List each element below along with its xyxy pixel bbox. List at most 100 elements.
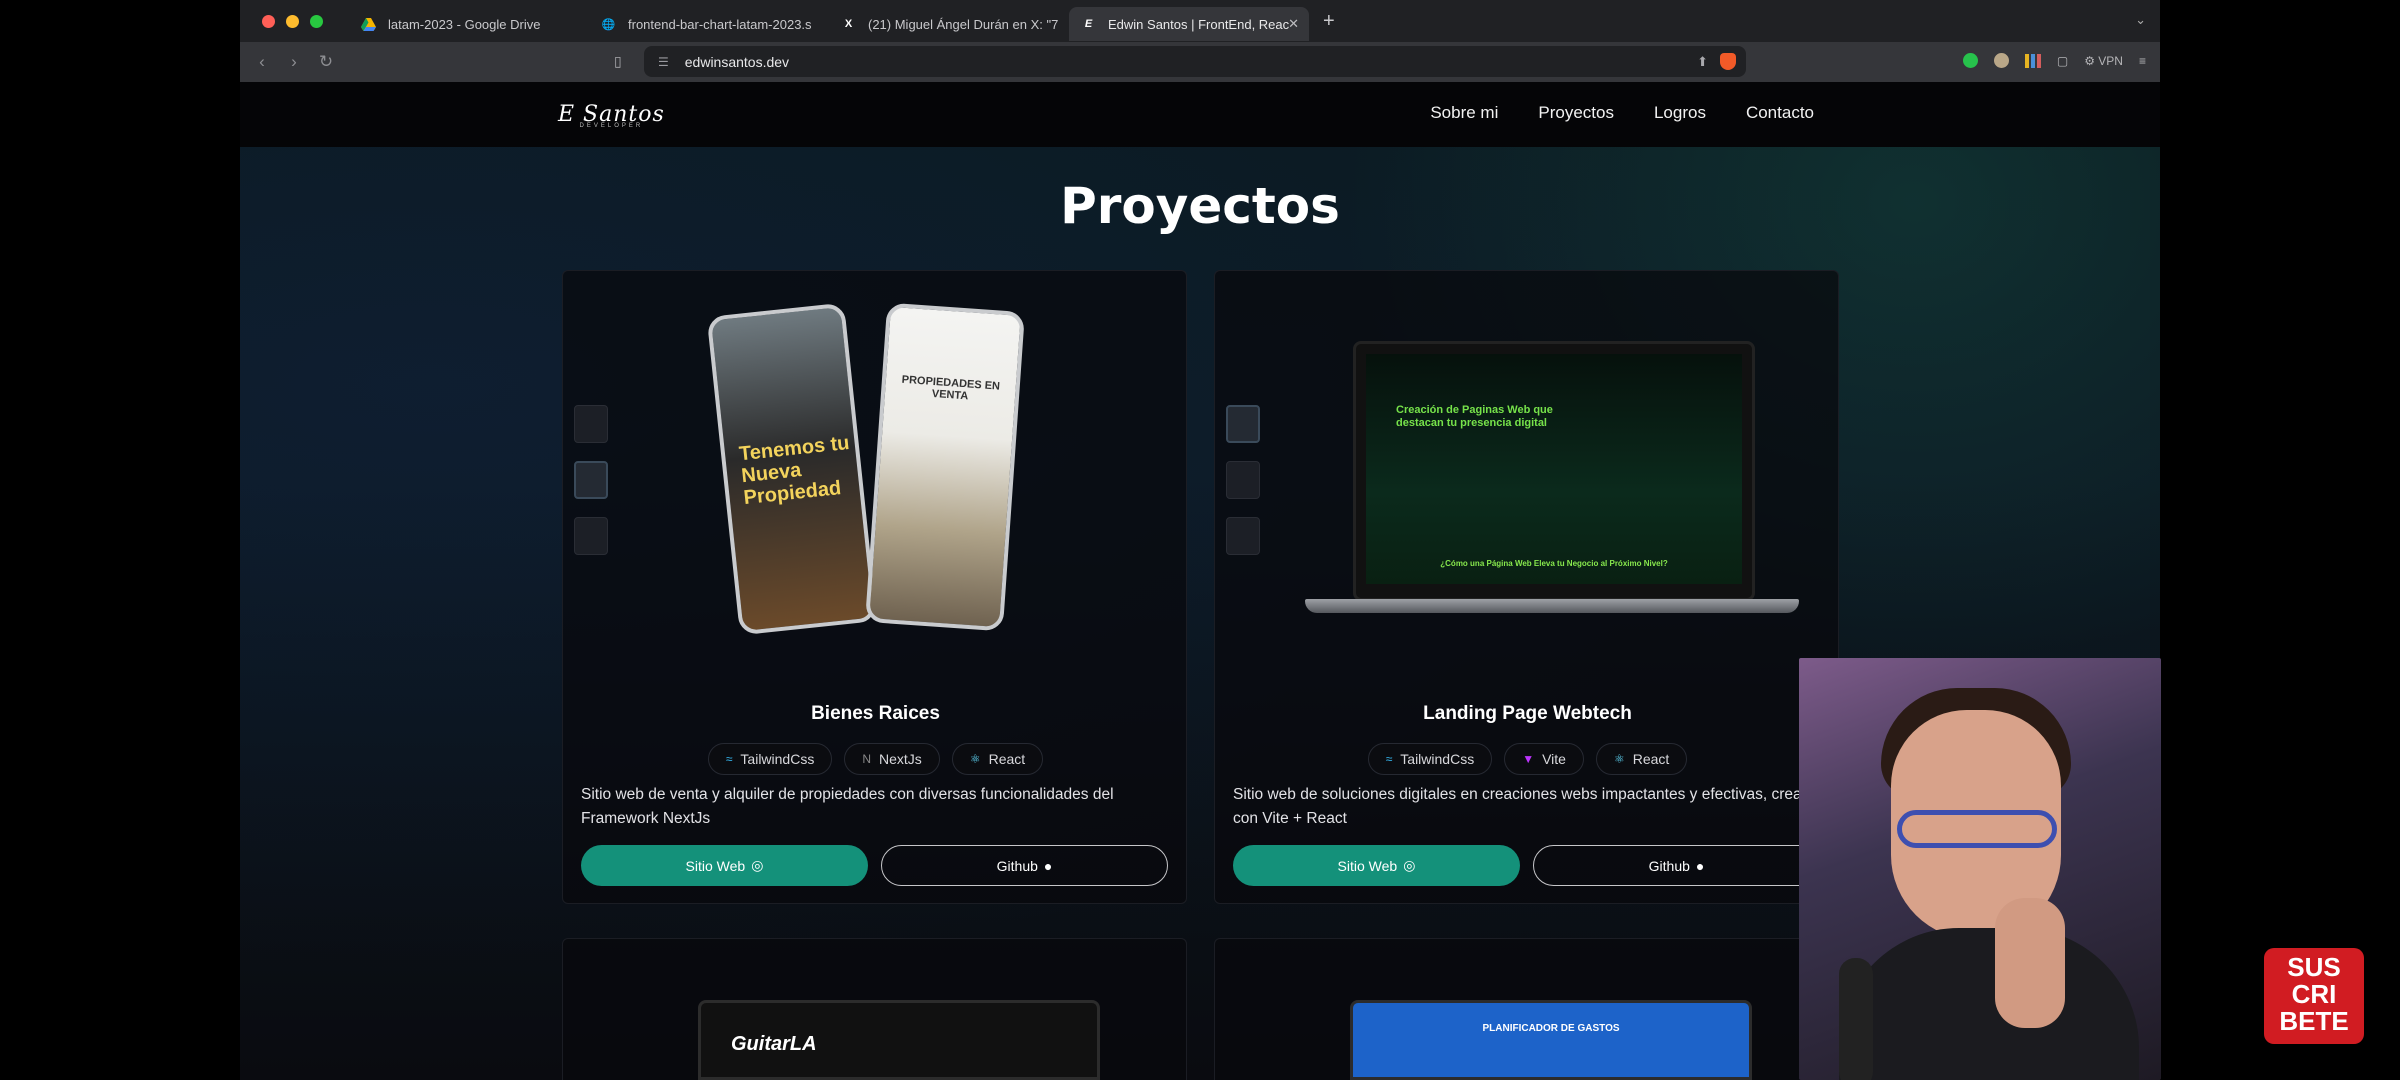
presenter-body — [1839, 928, 2139, 1080]
thumbnail[interactable] — [1226, 461, 1260, 499]
phone-mockup-right: PROPIEDADES EN VENTA — [865, 302, 1025, 632]
tab-google-drive[interactable]: latam-2023 - Google Drive — [349, 7, 589, 41]
site-nav-links: Sobre mi Proyectos Logros Contacto — [1430, 103, 1814, 123]
project-card-landing-webtech: Creación de Paginas Web que destacan tu … — [1214, 270, 1839, 904]
project-title: Landing Page Webtech — [1423, 703, 1632, 724]
books-icon[interactable] — [2024, 53, 2041, 68]
website-button[interactable]: Sitio Web ◎ — [581, 845, 868, 886]
site-logo[interactable]: E Santos DEVELOPER — [558, 102, 665, 129]
chevron-down-icon[interactable]: ⌄ — [2135, 12, 2146, 28]
button-label: Sitio Web — [1337, 857, 1398, 874]
project-description: Sitio web de soluciones digitales en cre… — [1233, 786, 1819, 827]
tailwind-icon: ≈ — [1385, 752, 1393, 766]
project-title: Bienes Raices — [811, 703, 940, 724]
vpn-label: VPN — [2098, 53, 2123, 68]
tab-x-post[interactable]: X (21) Miguel Ángel Durán en X: "7 — [829, 7, 1069, 41]
phone-mockup-left: Tenemos tu Nueva Propiedad — [706, 302, 878, 636]
globe-icon: 🌐 — [601, 18, 616, 31]
thumbnail[interactable] — [1226, 517, 1260, 555]
tab-edwin-santos[interactable]: E Edwin Santos | FrontEnd, Reac ✕ — [1069, 7, 1309, 41]
address-bar[interactable]: ▯ ☰ edwinsantos.dev ⬆ — [614, 46, 1746, 77]
tech-tags: ≈ TailwindCss N NextJs ⚛ React — [563, 743, 1188, 775]
planificador-mockup: PLANIFICADOR DE GASTOS — [1350, 1000, 1752, 1080]
tab-label: Edwin Santos | FrontEnd, Reac — [1108, 16, 1290, 32]
nav-logros[interactable]: Logros — [1654, 103, 1706, 123]
thumbnail-active[interactable] — [574, 461, 608, 499]
nav-contacto[interactable]: Contacto — [1746, 103, 1814, 123]
close-window-button[interactable] — [262, 14, 275, 28]
extension-green-icon[interactable] — [1962, 53, 1978, 68]
tag-label: Vite — [1542, 751, 1566, 767]
mockup-headline: PLANIFICADOR DE GASTOS — [1482, 1023, 1620, 1034]
site-settings-icon[interactable]: ☰ — [658, 55, 669, 69]
tag-vite: ▼ Vite — [1504, 743, 1584, 775]
forward-icon[interactable]: › — [278, 52, 310, 72]
mockup-headline: Tenemos tu Nueva Propiedad — [738, 431, 851, 510]
extension-avatar-icon[interactable] — [1993, 53, 2009, 68]
image-thumbnails — [574, 405, 608, 555]
tag-nextjs: N NextJs — [844, 743, 940, 775]
presenter-glasses — [1897, 810, 2057, 848]
share-icon[interactable]: ⬆ — [1697, 54, 1708, 70]
brave-shield-icon[interactable] — [1720, 53, 1736, 70]
tag-label: TailwindCss — [740, 751, 815, 767]
tech-tags: ≈ TailwindCss ▼ Vite ⚛ React — [1215, 743, 1840, 775]
extensions-bar: ▢ ⚙ VPN ≡ — [1962, 53, 2146, 68]
nextjs-icon: N — [862, 752, 872, 766]
webcam-overlay — [1799, 658, 2161, 1080]
guitarla-mockup: GuitarLA — [698, 1000, 1100, 1080]
project-card-bienes-raices: Tenemos tu Nueva Propiedad PROPIEDADES E… — [562, 270, 1187, 904]
tag-react: ⚛ React — [1595, 743, 1688, 775]
button-label: Github — [1648, 857, 1690, 874]
laptop-base — [1305, 599, 1799, 613]
close-tab-icon[interactable]: ✕ — [1288, 16, 1299, 32]
github-icon: ● — [1043, 857, 1053, 874]
project-description: Sitio web de venta y alquiler de propied… — [581, 786, 1114, 827]
github-icon: ● — [1695, 857, 1705, 874]
maximize-window-button[interactable] — [310, 14, 323, 28]
image-thumbnails — [1226, 405, 1260, 555]
back-icon[interactable]: ‹ — [246, 52, 278, 72]
laptop-screen: Creación de Paginas Web que destacan tu … — [1353, 341, 1755, 601]
tag-tailwind: ≈ TailwindCss — [707, 743, 833, 775]
vpn-button[interactable]: ⚙ VPN — [2084, 54, 2123, 68]
mockup-headline: PROPIEDADES EN VENTA — [901, 373, 1001, 403]
website-button[interactable]: Sitio Web ◎ — [1233, 845, 1520, 886]
nav-sobre-mi[interactable]: Sobre mi — [1430, 103, 1498, 123]
tag-label: React — [988, 751, 1026, 767]
microphone — [1839, 958, 1873, 1080]
github-button[interactable]: Github ● — [881, 845, 1168, 886]
tab-label: frontend-bar-chart-latam-2023.s — [628, 16, 812, 32]
vite-icon: ▼ — [1522, 752, 1535, 766]
react-icon: ⚛ — [1613, 752, 1625, 766]
github-button[interactable]: Github ● — [1533, 845, 1820, 886]
tag-label: NextJs — [879, 751, 922, 767]
thumbnail-active[interactable] — [1226, 405, 1260, 443]
thumbnail[interactable] — [574, 517, 608, 555]
e-icon: E — [1084, 18, 1093, 30]
tag-react: ⚛ React — [951, 743, 1044, 775]
tab-label: latam-2023 - Google Drive — [388, 16, 541, 32]
button-label: Github — [996, 857, 1038, 874]
bookmark-icon[interactable]: ▯ — [614, 53, 622, 70]
screen-content: Creación de Paginas Web que destacan tu … — [1366, 354, 1742, 584]
new-tab-button[interactable]: + — [1323, 10, 1335, 33]
drive-icon — [361, 17, 376, 32]
mockup-headline: GuitarLA — [731, 1033, 817, 1055]
sidebar-icon[interactable]: ▢ — [2057, 54, 2068, 68]
tab-bar-chart[interactable]: 🌐 frontend-bar-chart-latam-2023.s — [589, 7, 829, 41]
button-label: Sitio Web — [685, 857, 746, 874]
thumbnail[interactable] — [574, 405, 608, 443]
nav-proyectos[interactable]: Proyectos — [1538, 103, 1614, 123]
section-title: Proyectos — [1060, 177, 1340, 235]
tab-bar: latam-2023 - Google Drive 🌐 frontend-bar… — [240, 0, 2160, 42]
globe-icon: ◎ — [1403, 857, 1416, 873]
laptop-mockup: Creación de Paginas Web que destacan tu … — [1305, 341, 1799, 631]
menu-icon[interactable]: ≡ — [2139, 54, 2146, 68]
window-controls — [262, 14, 323, 28]
site-navbar: E Santos DEVELOPER Sobre mi Proyectos Lo… — [240, 82, 2160, 147]
subscribe-badge[interactable]: SUS CRI BETE — [2264, 948, 2364, 1044]
minimize-window-button[interactable] — [286, 14, 299, 28]
mockup-footer: ¿Cómo una Página Web Eleva tu Negocio al… — [1440, 559, 1668, 568]
reload-icon[interactable]: ↻ — [310, 52, 342, 72]
